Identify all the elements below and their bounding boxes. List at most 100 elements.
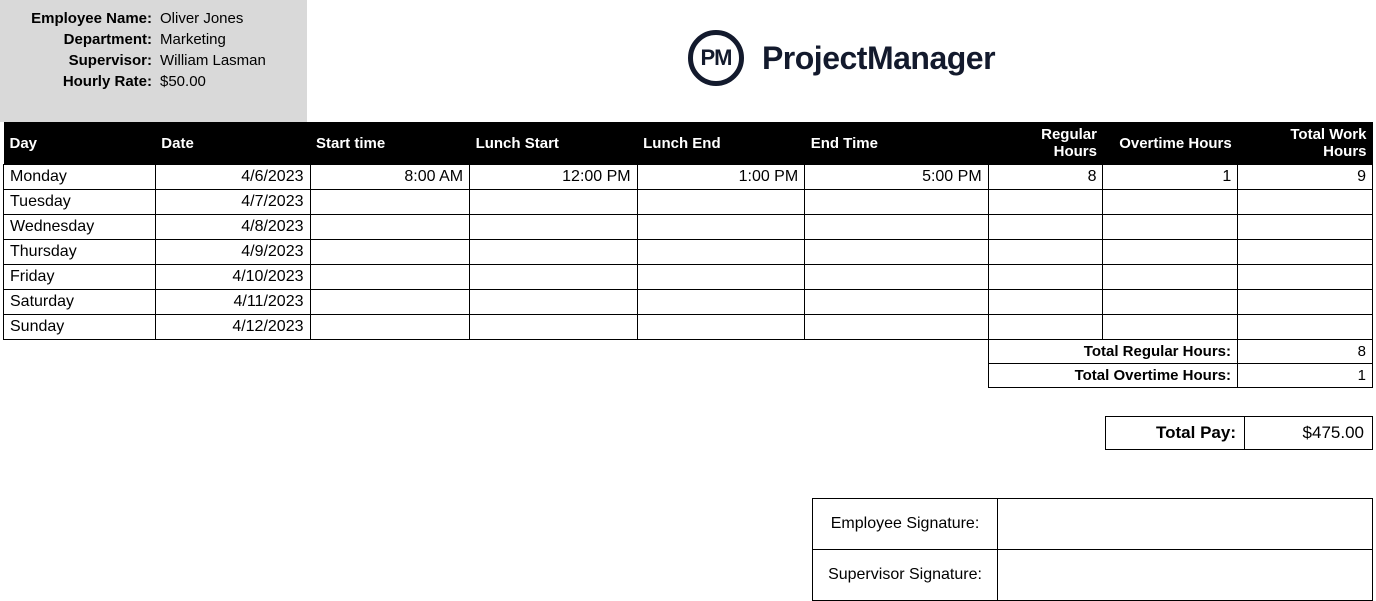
supervisor-value: William Lasman — [158, 52, 266, 69]
cell-regular[interactable] — [988, 190, 1103, 215]
table-row: Wednesday 4/8/2023 — [4, 215, 1373, 240]
cell-start[interactable] — [310, 290, 470, 315]
employee-info-box: Employee Name: Oliver Jones Department: … — [0, 0, 307, 122]
cell-total — [1238, 190, 1373, 215]
supervisor-signature-field[interactable] — [998, 550, 1373, 601]
table-row: Monday 4/6/2023 8:00 AM 12:00 PM 1:00 PM… — [4, 165, 1373, 190]
cell-date: 4/8/2023 — [155, 215, 310, 240]
cell-lunch-end[interactable]: 1:00 PM — [637, 165, 805, 190]
table-row: Thursday 4/9/2023 — [4, 240, 1373, 265]
cell-end[interactable]: 5:00 PM — [805, 165, 988, 190]
employee-name-value: Oliver Jones — [158, 10, 243, 27]
cell-lunch-end[interactable] — [637, 190, 805, 215]
cell-lunch-start[interactable] — [470, 240, 638, 265]
table-row: Saturday 4/11/2023 — [4, 290, 1373, 315]
cell-lunch-start[interactable]: 12:00 PM — [470, 165, 638, 190]
cell-lunch-start[interactable] — [470, 215, 638, 240]
timesheet-table: Day Date Start time Lunch Start Lunch En… — [3, 122, 1373, 340]
cell-date: 4/7/2023 — [155, 190, 310, 215]
employee-signature-field[interactable] — [998, 499, 1373, 550]
col-overtime-hours: Overtime Hours — [1103, 122, 1238, 165]
department-label: Department: — [8, 31, 158, 48]
cell-date: 4/10/2023 — [155, 265, 310, 290]
cell-day: Monday — [4, 165, 156, 190]
col-lunch-start: Lunch Start — [470, 122, 638, 165]
hourly-rate-value: $50.00 — [158, 73, 206, 90]
total-regular-hours-value: 8 — [1238, 340, 1373, 364]
col-end-time: End Time — [805, 122, 988, 165]
cell-regular[interactable] — [988, 265, 1103, 290]
cell-day: Thursday — [4, 240, 156, 265]
cell-start[interactable] — [310, 265, 470, 290]
cell-regular[interactable] — [988, 215, 1103, 240]
total-overtime-hours-value: 1 — [1238, 364, 1373, 388]
cell-lunch-start[interactable] — [470, 265, 638, 290]
cell-overtime[interactable] — [1103, 240, 1238, 265]
cell-total: 9 — [1238, 165, 1373, 190]
cell-day: Wednesday — [4, 215, 156, 240]
logo-region: PM ProjectManager — [307, 0, 1376, 86]
total-regular-hours-label: Total Regular Hours: — [988, 340, 1238, 364]
hourly-rate-label: Hourly Rate: — [8, 73, 158, 90]
cell-start[interactable] — [310, 240, 470, 265]
col-day: Day — [4, 122, 156, 165]
totals-block: Total Regular Hours: 8 Total Overtime Ho… — [3, 340, 1373, 388]
cell-lunch-end[interactable] — [637, 240, 805, 265]
cell-end[interactable] — [805, 290, 988, 315]
cell-start[interactable] — [310, 190, 470, 215]
cell-lunch-start[interactable] — [470, 190, 638, 215]
col-regular-hours: Regular Hours — [988, 122, 1103, 165]
cell-regular[interactable]: 8 — [988, 165, 1103, 190]
cell-end[interactable] — [805, 240, 988, 265]
cell-regular[interactable] — [988, 290, 1103, 315]
cell-overtime[interactable]: 1 — [1103, 165, 1238, 190]
cell-overtime[interactable] — [1103, 190, 1238, 215]
cell-lunch-start[interactable] — [470, 315, 638, 340]
cell-overtime[interactable] — [1103, 215, 1238, 240]
cell-date: 4/9/2023 — [155, 240, 310, 265]
cell-lunch-start[interactable] — [470, 290, 638, 315]
supervisor-signature-label: Supervisor Signature: — [813, 550, 998, 601]
col-lunch-end: Lunch End — [637, 122, 805, 165]
cell-start[interactable]: 8:00 AM — [310, 165, 470, 190]
signature-block: Employee Signature: Supervisor Signature… — [3, 498, 1373, 601]
table-row: Sunday 4/12/2023 — [4, 315, 1373, 340]
cell-end[interactable] — [805, 215, 988, 240]
col-total-hours: Total Work Hours — [1238, 122, 1373, 165]
cell-start[interactable] — [310, 315, 470, 340]
department-value: Marketing — [158, 31, 226, 48]
employee-signature-label: Employee Signature: — [813, 499, 998, 550]
cell-day: Friday — [4, 265, 156, 290]
cell-overtime[interactable] — [1103, 315, 1238, 340]
cell-date: 4/6/2023 — [155, 165, 310, 190]
cell-total — [1238, 215, 1373, 240]
total-overtime-hours-label: Total Overtime Hours: — [988, 364, 1238, 388]
cell-day: Sunday — [4, 315, 156, 340]
cell-overtime[interactable] — [1103, 290, 1238, 315]
cell-total — [1238, 290, 1373, 315]
cell-total — [1238, 265, 1373, 290]
cell-end[interactable] — [805, 265, 988, 290]
cell-lunch-end[interactable] — [637, 265, 805, 290]
cell-regular[interactable] — [988, 240, 1103, 265]
cell-day: Saturday — [4, 290, 156, 315]
cell-total — [1238, 240, 1373, 265]
cell-start[interactable] — [310, 215, 470, 240]
table-row: Friday 4/10/2023 — [4, 265, 1373, 290]
col-date: Date — [155, 122, 310, 165]
cell-end[interactable] — [805, 315, 988, 340]
cell-lunch-end[interactable] — [637, 215, 805, 240]
cell-total — [1238, 315, 1373, 340]
cell-end[interactable] — [805, 190, 988, 215]
cell-regular[interactable] — [988, 315, 1103, 340]
supervisor-label: Supervisor: — [8, 52, 158, 69]
cell-lunch-end[interactable] — [637, 290, 805, 315]
col-start-time: Start time — [310, 122, 470, 165]
cell-overtime[interactable] — [1103, 265, 1238, 290]
header-region: Employee Name: Oliver Jones Department: … — [0, 0, 1376, 122]
cell-date: 4/11/2023 — [155, 290, 310, 315]
total-pay-value: $475.00 — [1245, 416, 1373, 450]
total-pay-block: Total Pay: $475.00 — [3, 416, 1373, 450]
brand-mark-icon: PM — [688, 30, 744, 86]
cell-lunch-end[interactable] — [637, 315, 805, 340]
